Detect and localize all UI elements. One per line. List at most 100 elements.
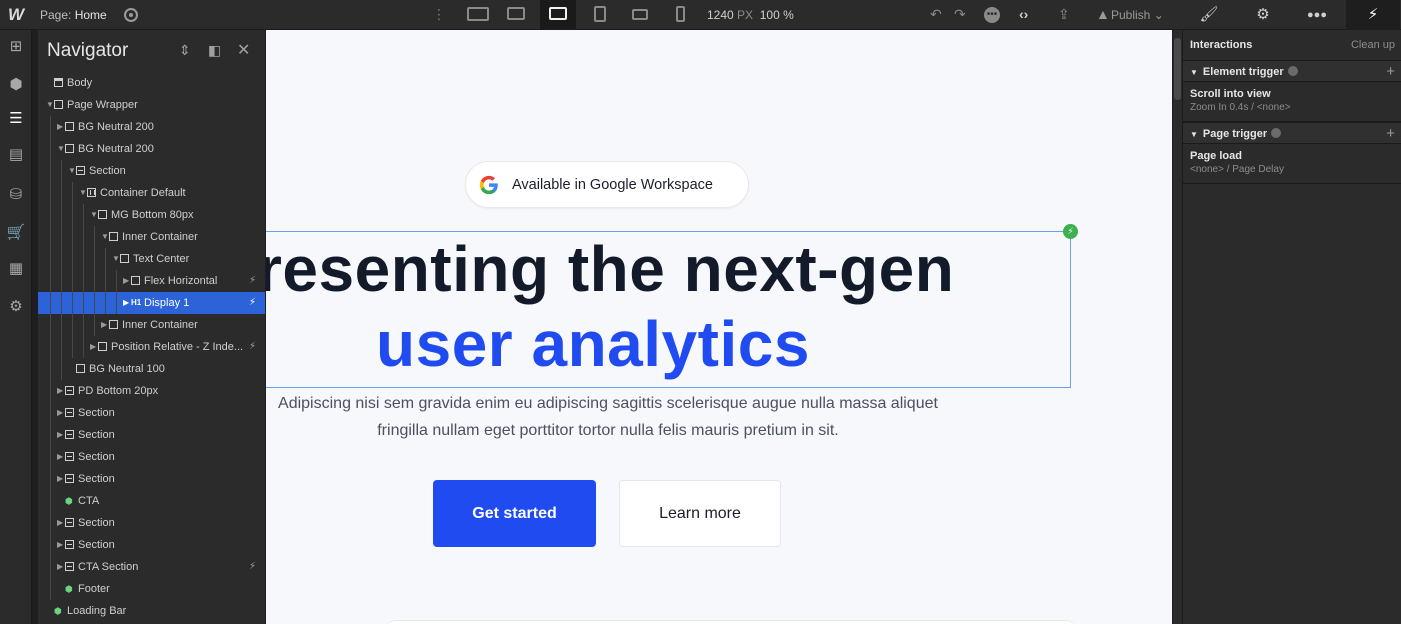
navigator-row[interactable]: ▼ Section — [38, 160, 265, 182]
breakpoint-mobile-portrait-button[interactable] — [662, 0, 698, 30]
add-elements-button[interactable]: ⊞ — [0, 32, 32, 62]
settings-button[interactable]: ⚙ — [0, 292, 32, 322]
preview-eye-icon[interactable] — [124, 8, 138, 22]
breakpoint-desktop-button[interactable] — [540, 0, 576, 30]
breakpoint-mobile-landscape-button[interactable] — [622, 0, 658, 30]
navigator-row[interactable]: ▶ Position Relative - Z Inde... ⚡ — [38, 336, 265, 358]
collapse-all-icon[interactable]: ⇕ — [179, 42, 191, 59]
element-trigger-header[interactable]: ▼ Element trigger + — [1183, 60, 1401, 82]
navigator-row[interactable]: ▶ Section — [38, 402, 265, 424]
code-icon[interactable]: ‹› — [1019, 6, 1028, 22]
navigator-row[interactable]: ⬢ Loading Bar — [38, 600, 265, 622]
navigator-panel: Navigator ⇕ ◧ ✕ Body ▼ Page Wrapper ▶ BG Neu… — [38, 30, 265, 624]
assets-button[interactable]: ▦ — [0, 254, 32, 284]
caret-right-icon[interactable]: ▶ — [57, 380, 63, 402]
tree-guide-line — [50, 358, 51, 380]
hero-heading-line2[interactable]: user analytics — [376, 308, 810, 380]
caret-right-icon[interactable]: ▶ — [57, 468, 63, 490]
canvas-scrollbar[interactable] — [1173, 30, 1182, 624]
caret-right-icon[interactable]: ▶ — [57, 402, 63, 424]
navigator-row[interactable]: ▶ PD Bottom 20px — [38, 380, 265, 402]
caret-right-icon[interactable]: ▶ — [57, 116, 63, 138]
interactions-title: Interactions — [1190, 39, 1253, 51]
caret-right-icon[interactable]: ▶ — [123, 292, 129, 314]
caret-right-icon[interactable]: ▶ — [57, 512, 63, 534]
navigator-button[interactable]: ☰ — [0, 104, 32, 134]
caret-right-icon[interactable]: ▶ — [57, 556, 63, 578]
caret-right-icon[interactable]: ▶ — [90, 336, 96, 358]
navigator-row[interactable]: ⬢ CTA — [38, 490, 265, 512]
get-started-button[interactable]: Get started — [433, 480, 596, 547]
more-breakpoints-icon[interactable]: ⋮ — [432, 6, 446, 23]
navigator-header: Navigator ⇕ ◧ ✕ — [38, 30, 265, 70]
breakpoint-xl-button[interactable] — [460, 0, 496, 30]
caret-right-icon[interactable]: ▶ — [57, 534, 63, 556]
caret-down-icon[interactable]: ▼ — [79, 182, 87, 204]
undo-icon[interactable]: ↶ — [930, 6, 942, 23]
webflow-logo[interactable]: W — [0, 0, 32, 30]
navigator-row[interactable]: Body — [38, 72, 265, 94]
page-trigger-item[interactable]: Page load <none> / Page Delay — [1183, 144, 1401, 184]
navigator-row[interactable]: ▼ Text Center — [38, 248, 265, 270]
page-selector[interactable]: Page: Home — [40, 8, 107, 22]
navigator-row[interactable]: ▶ Section — [38, 446, 265, 468]
caret-right-icon[interactable]: ▶ — [57, 424, 63, 446]
hero-heading-line1[interactable]: resenting the next-gen — [266, 233, 1017, 305]
caret-down-icon[interactable]: ▼ — [68, 160, 76, 182]
comments-icon[interactable]: ••• — [984, 7, 1000, 23]
style-panel-tab[interactable]: 🖌 — [1182, 0, 1236, 30]
close-icon[interactable]: ✕ — [237, 40, 250, 60]
interaction-lightning-badge-icon[interactable]: ⚡ — [1063, 224, 1078, 239]
symbols-button[interactable]: ⬢ — [0, 70, 32, 100]
navigator-row[interactable]: ▶ CTA Section ⚡ — [38, 556, 265, 578]
caret-down-icon[interactable]: ▼ — [101, 226, 109, 248]
element-trigger-item[interactable]: Scroll into view Zoom In 0.4s / <none> — [1183, 82, 1401, 122]
add-element-trigger-icon[interactable]: + — [1386, 61, 1395, 83]
caret-right-icon[interactable]: ▶ — [57, 446, 63, 468]
style-manager-tab[interactable]: ●●● — [1290, 0, 1344, 30]
dock-panel-icon[interactable]: ◧ — [208, 42, 221, 59]
navigator-row[interactable]: ▶ BG Neutral 200 — [38, 116, 265, 138]
navigator-row[interactable]: ▶ Section — [38, 424, 265, 446]
publish-button[interactable]: Publish ⌄ — [1097, 8, 1164, 22]
navigator-row-label: Section — [78, 539, 115, 551]
navigator-row[interactable]: BG Neutral 100 — [38, 358, 265, 380]
google-workspace-badge[interactable]: Available in Google Workspace — [465, 161, 749, 208]
caret-down-icon[interactable]: ▼ — [112, 248, 120, 270]
pages-button[interactable]: ▤ — [0, 140, 32, 170]
navigator-row[interactable]: ▶ Section — [38, 512, 265, 534]
navigator-row[interactable]: ▼ BG Neutral 200 — [38, 138, 265, 160]
caret-down-icon[interactable]: ▼ — [46, 94, 54, 116]
page-trigger-header[interactable]: ▼ Page trigger + — [1183, 122, 1401, 144]
caret-right-icon[interactable]: ▶ — [101, 314, 107, 336]
navigator-row[interactable]: ▶ H1 Display 1 ⚡ — [38, 292, 265, 314]
add-page-trigger-icon[interactable]: + — [1386, 123, 1395, 145]
clean-up-button[interactable]: Clean up — [1351, 30, 1395, 60]
caret-right-icon[interactable]: ▶ — [123, 270, 129, 292]
help-icon[interactable] — [1271, 128, 1282, 138]
help-icon[interactable] — [1287, 66, 1298, 76]
hero-paragraph[interactable]: Adipiscing nisi sem gravida enim eu adip… — [266, 390, 950, 444]
navigator-row[interactable]: ▶ Inner Container — [38, 314, 265, 336]
navigator-row[interactable]: ▶ Section — [38, 468, 265, 490]
settings-panel-tab[interactable]: ⚙ — [1236, 0, 1290, 30]
caret-down-icon[interactable]: ▼ — [57, 138, 65, 160]
navigator-row[interactable]: ▼ Page Wrapper — [38, 94, 265, 116]
redo-icon[interactable]: ↷ — [954, 6, 966, 23]
design-canvas[interactable]: Available in Google Workspace resenting … — [266, 30, 1172, 624]
export-icon[interactable]: ⇪ — [1058, 6, 1070, 23]
navigator-row[interactable]: ▶ Section — [38, 534, 265, 556]
ecommerce-button[interactable]: 🛒 — [0, 218, 32, 248]
navigator-row[interactable]: ▶ Flex Horizontal ⚡ — [38, 270, 265, 292]
navigator-row[interactable]: ▼ Container Default — [38, 182, 265, 204]
breakpoint-large-button[interactable] — [498, 0, 534, 30]
caret-down-icon[interactable]: ▼ — [90, 204, 98, 226]
navigator-row[interactable]: ▼ MG Bottom 80px — [38, 204, 265, 226]
interactions-panel-tab[interactable]: ⚡ — [1346, 0, 1400, 30]
breakpoint-tablet-button[interactable] — [582, 0, 618, 30]
navigator-row[interactable]: ▼ Inner Container — [38, 226, 265, 248]
learn-more-button[interactable]: Learn more — [619, 480, 781, 547]
cms-button[interactable]: ⛁ — [0, 180, 32, 210]
navigator-row[interactable]: ⬢ Footer — [38, 578, 265, 600]
scrollbar-thumb[interactable] — [1174, 38, 1181, 100]
